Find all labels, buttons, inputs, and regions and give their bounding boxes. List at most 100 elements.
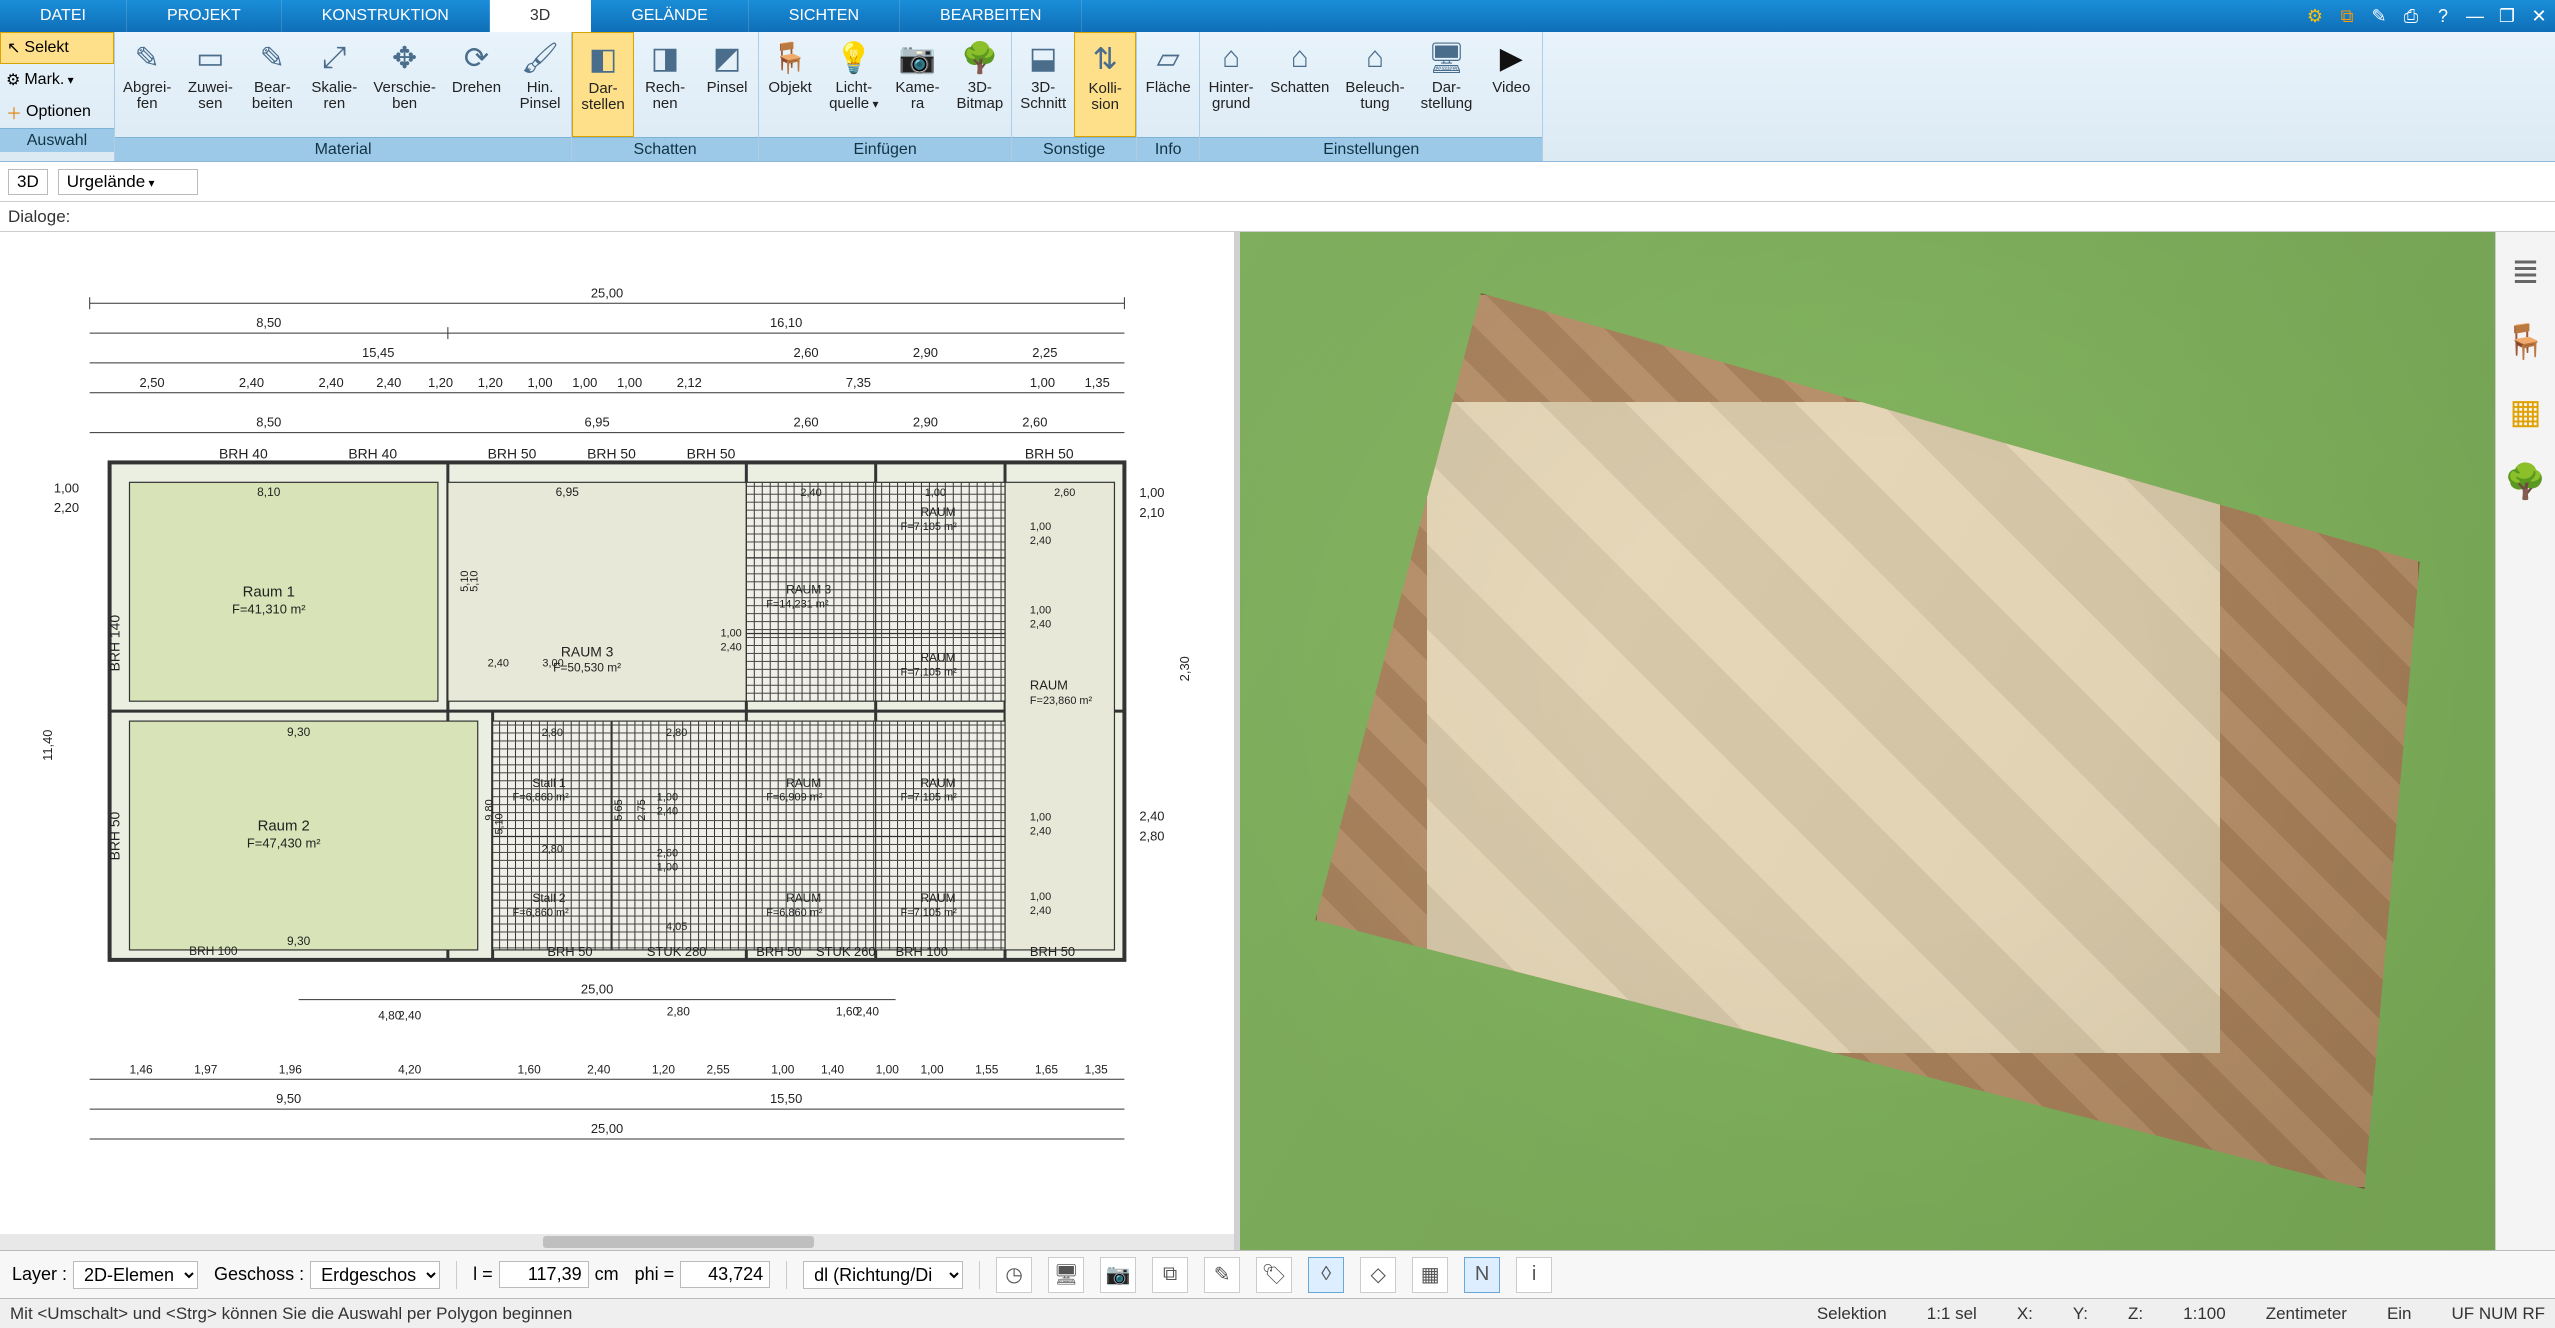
insert-camera-button[interactable]: 📷Kame- ra: [887, 32, 949, 137]
window-close[interactable]: ✕: [2523, 0, 2555, 32]
material-rotate-button[interactable]: ⟳Drehen: [444, 32, 509, 137]
svg-text:2,60: 2,60: [793, 345, 818, 360]
copy-icon[interactable]: ⧉: [1152, 1257, 1188, 1293]
insert-object-button[interactable]: 🪑Objekt: [759, 32, 821, 137]
options-tool[interactable]: ＋Optionen: [0, 96, 114, 128]
menu-gelaende[interactable]: GELÄNDE: [591, 0, 748, 32]
seat-icon[interactable]: 🪑: [2504, 322, 2546, 362]
svg-text:BRH 50: BRH 50: [587, 445, 636, 461]
3d-section-button[interactable]: ⬓3D- Schnitt: [1012, 32, 1074, 137]
3d-view[interactable]: [1240, 232, 2495, 1250]
material-assign-button[interactable]: ▭Zuwei- sen: [179, 32, 241, 137]
svg-text:6,95: 6,95: [556, 485, 580, 499]
svg-text:2,40: 2,40: [720, 641, 741, 653]
video-button[interactable]: ▶Video: [1480, 32, 1542, 137]
select-tool[interactable]: ↖Selekt: [0, 32, 114, 64]
material-brush-button[interactable]: 🖌Hin. Pinsel: [509, 32, 571, 137]
svg-text:2,40: 2,40: [657, 806, 678, 818]
lighting-button[interactable]: ⌂Beleuch- tung: [1337, 32, 1412, 137]
group-einstellungen: Einstellungen: [1200, 137, 1542, 161]
window-maximize[interactable]: ❐: [2491, 0, 2523, 32]
svg-text:15,50: 15,50: [770, 1091, 802, 1106]
length-input[interactable]: [499, 1261, 589, 1288]
svg-text:STUK 280: STUK 280: [647, 944, 707, 959]
svg-text:8,50: 8,50: [256, 315, 281, 330]
dl-select[interactable]: dl (Richtung/Di: [803, 1261, 963, 1289]
svg-text:25,00: 25,00: [591, 1121, 623, 1136]
angle-input[interactable]: [680, 1261, 770, 1288]
main-area: 25,00 8,50 16,10 15,45 2,60 2,90 2,25 2,…: [0, 232, 2555, 1250]
plan-2d-view[interactable]: 25,00 8,50 16,10 15,45 2,60 2,90 2,25 2,…: [0, 232, 1240, 1250]
shadow-calc-button[interactable]: ◨Rech- nen: [634, 32, 696, 137]
layer-label: Layer :: [12, 1264, 67, 1285]
shadow-show-button[interactable]: ◧Dar- stellen: [572, 32, 634, 137]
titlebar-print-icon[interactable]: ⎙: [2395, 0, 2427, 32]
tree-icon: 🌳: [960, 38, 1000, 78]
svg-text:1,00: 1,00: [572, 375, 597, 390]
svg-text:9,30: 9,30: [287, 725, 311, 739]
svg-text:2,60: 2,60: [1054, 487, 1075, 499]
material-scale-button[interactable]: ⤢Skalie- ren: [303, 32, 365, 137]
terrain-select[interactable]: Urgelände: [58, 169, 198, 195]
svg-text:2,40: 2,40: [800, 487, 821, 499]
svg-text:2,80: 2,80: [667, 1005, 691, 1019]
collision-button[interactable]: ⇅Kolli- sion: [1074, 32, 1136, 137]
palette-icon[interactable]: ▦: [2509, 392, 2541, 432]
svg-text:1,00: 1,00: [657, 792, 678, 804]
layers-icon[interactable]: ≣: [2511, 252, 2540, 292]
area-info-button[interactable]: ▱Fläche: [1137, 32, 1199, 137]
floor-select[interactable]: Erdgeschos: [310, 1261, 440, 1289]
insert-bitmap-button[interactable]: 🌳3D- Bitmap: [949, 32, 1012, 137]
house-3d-model: [1315, 293, 2419, 1189]
svg-text:BRH 50: BRH 50: [1030, 944, 1075, 959]
tree2-icon[interactable]: 🌳: [2504, 462, 2546, 502]
bottom-toolbar: Layer : 2D-Elemen Geschoss : Erdgeschos …: [0, 1250, 2555, 1298]
titlebar-window-icon[interactable]: ⧉: [2331, 0, 2363, 32]
svg-text:2,90: 2,90: [913, 415, 938, 430]
monitor2-icon[interactable]: 🖥: [1048, 1257, 1084, 1293]
svg-text:1,00: 1,00: [720, 628, 741, 640]
insert-light-button[interactable]: 💡Licht- quelle: [821, 32, 886, 137]
plane2-icon[interactable]: ◇: [1360, 1257, 1396, 1293]
titlebar-tool-icon[interactable]: ⚙: [2299, 0, 2331, 32]
menu-projekt[interactable]: PROJEKT: [127, 0, 282, 32]
svg-text:2,40: 2,40: [1030, 905, 1051, 917]
svg-text:2,12: 2,12: [677, 375, 702, 390]
mark-tool[interactable]: ⚙Mark.: [0, 64, 114, 96]
snap-n-icon[interactable]: N: [1464, 1257, 1500, 1293]
menu-bearbeiten[interactable]: BEARBEITEN: [900, 0, 1082, 32]
menu-sichten[interactable]: SICHTEN: [749, 0, 900, 32]
svg-text:2,80: 2,80: [666, 727, 687, 739]
camera2-icon[interactable]: 📷: [1100, 1257, 1136, 1293]
shadow-brush-button[interactable]: ◩Pinsel: [696, 32, 758, 137]
stroke-icon[interactable]: ✎: [1204, 1257, 1240, 1293]
plane-icon[interactable]: ◊: [1308, 1257, 1344, 1293]
svg-text:2,40: 2,40: [1030, 826, 1051, 838]
material-move-button[interactable]: ✥Verschie- ben: [365, 32, 444, 137]
titlebar-help-icon[interactable]: ?: [2427, 0, 2459, 32]
group-material: Material: [115, 137, 571, 161]
svg-text:BRH 50: BRH 50: [488, 445, 537, 461]
area-icon: ▱: [1148, 38, 1188, 78]
svg-text:RAUM 3: RAUM 3: [786, 583, 831, 597]
assign-icon: ▭: [190, 38, 230, 78]
clock-icon[interactable]: ◷: [996, 1257, 1032, 1293]
material-pick-button[interactable]: ✎Abgrei- fen: [115, 32, 179, 137]
floorplan-svg: 25,00 8,50 16,10 15,45 2,60 2,90 2,25 2,…: [30, 252, 1204, 1230]
layer-select[interactable]: 2D-Elemen: [73, 1261, 198, 1289]
shadow-settings-button[interactable]: ⌂Schatten: [1262, 32, 1337, 137]
menu-datei[interactable]: DATEI: [0, 0, 127, 32]
tag-icon[interactable]: 🏷: [1256, 1257, 1292, 1293]
info-icon[interactable]: i: [1516, 1257, 1552, 1293]
titlebar-edit-icon[interactable]: ✎: [2363, 0, 2395, 32]
material-edit-button[interactable]: ✎Bear- beiten: [241, 32, 303, 137]
group-einfuegen: Einfügen: [759, 137, 1011, 161]
hscrollbar-2d[interactable]: [0, 1234, 1234, 1250]
menu-konstruktion[interactable]: KONSTRUKTION: [282, 0, 490, 32]
menu-3d[interactable]: 3D: [490, 0, 591, 32]
grid-icon[interactable]: ▦: [1412, 1257, 1448, 1293]
floor-label: Geschoss :: [214, 1264, 304, 1285]
window-minimize[interactable]: —: [2459, 0, 2491, 32]
background-button[interactable]: ⌂Hinter- grund: [1200, 32, 1262, 137]
display-button[interactable]: 🖥Dar- stellung: [1413, 32, 1481, 137]
